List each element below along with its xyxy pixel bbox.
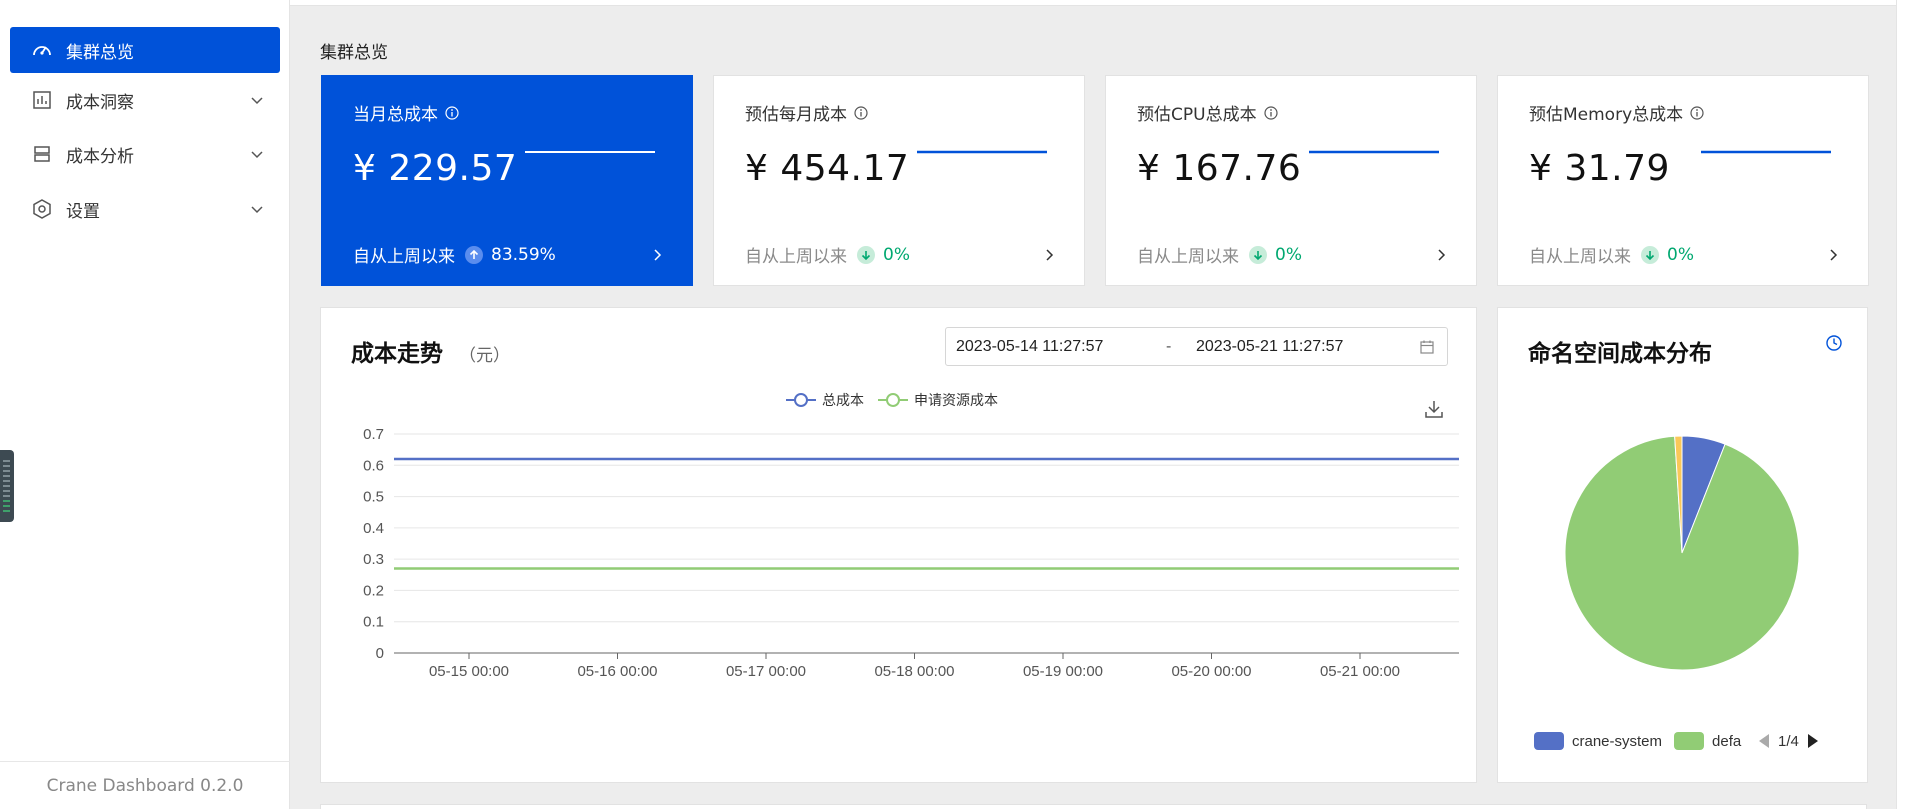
chevron-down-icon (248, 91, 266, 109)
caret-right-icon[interactable] (1807, 733, 1819, 749)
x-tick-label: 05-19 00:00 (1023, 663, 1103, 680)
sidebar-item-cost-insight[interactable]: 成本洞察 (10, 77, 280, 123)
app-version: Crane Dashboard 0.2.0 (0, 761, 290, 809)
x-tick-label: 05-20 00:00 (1171, 663, 1251, 680)
card-value: ¥ 167.76 (1137, 148, 1302, 189)
card-footer: 自从上周以来 0% (1137, 242, 1448, 267)
sidebar-item-settings[interactable]: 设置 (10, 186, 280, 232)
card-title: 当月总成本 (353, 100, 459, 125)
sidebar: 集群总览 成本洞察 成本分析 设置 Crane Dashboard 0.2.0 (0, 0, 290, 809)
arrow-down-icon (857, 245, 875, 264)
stat-card-estimated-memory[interactable]: 预估Memory总成本 ¥ 31.79 自从上周以来 0% (1497, 75, 1869, 286)
legend-swatch (1534, 732, 1564, 750)
y-tick-label: 0.3 (363, 551, 384, 568)
info-icon[interactable] (854, 105, 868, 120)
cost-trend-chart: 0 0.1 0.2 0.3 0.4 0.5 0.6 0.7 05-15 00:00 05-16 0… (363, 426, 1459, 680)
chevron-right-icon[interactable] (1042, 248, 1056, 262)
legend-item-crane-system[interactable]: crane-system (1534, 732, 1662, 750)
arrow-down-icon (1249, 245, 1267, 264)
x-tick-label: 05-17 00:00 (726, 663, 806, 680)
card-footer: 自从上周以来 83.59% (353, 242, 664, 267)
card-title: 预估Memory总成本 (1529, 100, 1704, 125)
sidebar-item-label: 设置 (66, 201, 100, 222)
pie-legend: crane-system defa 1/4 (1534, 732, 1819, 750)
change-percent: 83.59% (491, 244, 556, 265)
card-title: 预估CPU总成本 (1137, 100, 1278, 125)
card-value: ¥ 454.17 (745, 148, 910, 189)
y-tick-label: 0.4 (363, 520, 384, 537)
card-footer: 自从上周以来 0% (745, 242, 1056, 267)
sparkline (1701, 150, 1831, 154)
settings-icon (30, 197, 54, 221)
y-tick-label: 0.7 (363, 426, 384, 443)
card-value: ¥ 31.79 (1529, 148, 1670, 189)
sidebar-item-cost-analysis[interactable]: 成本分析 (10, 131, 280, 177)
sidebar-item-cluster-overview[interactable]: 集群总览 (10, 27, 280, 73)
sparkline (525, 151, 655, 153)
legend-page: 1/4 (1778, 732, 1799, 750)
arrow-down-icon (1641, 245, 1659, 264)
change-percent: 0% (883, 244, 910, 265)
y-tick-label: 0.2 (363, 582, 384, 599)
namespace-cost-panel: 命名空间成本分布 crane-system defa 1/4 (1497, 307, 1868, 783)
drag-handle[interactable] (0, 450, 14, 522)
info-icon[interactable] (1263, 105, 1278, 120)
sidebar-item-label: 成本分析 (66, 146, 134, 167)
legend-label: crane-system (1572, 732, 1663, 750)
caret-left-icon[interactable] (1758, 733, 1770, 749)
card-value: ¥ 229.57 (353, 148, 518, 189)
x-tick-label: 05-21 00:00 (1320, 663, 1400, 680)
chevron-down-icon (248, 200, 266, 218)
legend-pager: 1/4 (1758, 733, 1819, 750)
chevron-right-icon[interactable] (650, 248, 664, 262)
legend-swatch (1674, 732, 1705, 750)
sparkline (917, 150, 1047, 154)
x-tick-label: 05-16 00:00 (577, 663, 657, 680)
y-tick-label: 0.1 (363, 614, 384, 631)
page-title: 集群总览 (320, 43, 388, 63)
y-tick-label: 0.6 (363, 457, 384, 474)
next-panel (320, 804, 1867, 809)
stat-card-estimated-monthly[interactable]: 预估每月成本 ¥ 454.17 自从上周以来 0% (713, 75, 1085, 286)
namespace-pie-chart (1564, 435, 1800, 671)
y-tick-label: 0 (376, 645, 384, 662)
sparkline (1309, 150, 1439, 154)
legend-item-default[interactable]: defa (1674, 732, 1744, 750)
server-icon (30, 142, 54, 166)
cost-trend-panel: 成本走势 （元） 2023-05-14 11:27:57 - 2023-05-2… (320, 307, 1477, 783)
info-icon[interactable] (445, 105, 459, 120)
change-percent: 0% (1275, 244, 1302, 265)
chevron-down-icon (248, 145, 266, 163)
sidebar-item-label: 集群总览 (66, 42, 134, 63)
card-title: 预估每月成本 (745, 100, 868, 125)
scrollbar[interactable] (1896, 0, 1905, 809)
chevron-right-icon[interactable] (1434, 248, 1448, 262)
x-tick-label: 05-18 00:00 (874, 663, 954, 680)
stat-card-monthly-total[interactable]: 当月总成本 ¥ 229.57 自从上周以来 83.59% (321, 75, 693, 286)
arrow-up-icon (465, 245, 483, 264)
sidebar-item-label: 成本洞察 (66, 92, 134, 113)
card-footer: 自从上周以来 0% (1529, 242, 1840, 267)
x-tick-label: 05-15 00:00 (429, 663, 509, 680)
top-bar (290, 0, 1905, 6)
chevron-right-icon[interactable] (1826, 248, 1840, 262)
legend-label: defa (1712, 732, 1742, 750)
stat-card-estimated-cpu[interactable]: 预估CPU总成本 ¥ 167.76 自从上周以来 0% (1105, 75, 1477, 286)
bar-chart-icon (30, 88, 54, 112)
dashboard-icon (30, 38, 54, 62)
info-icon[interactable] (1690, 105, 1704, 120)
change-percent: 0% (1667, 244, 1694, 265)
y-tick-label: 0.5 (363, 489, 384, 506)
